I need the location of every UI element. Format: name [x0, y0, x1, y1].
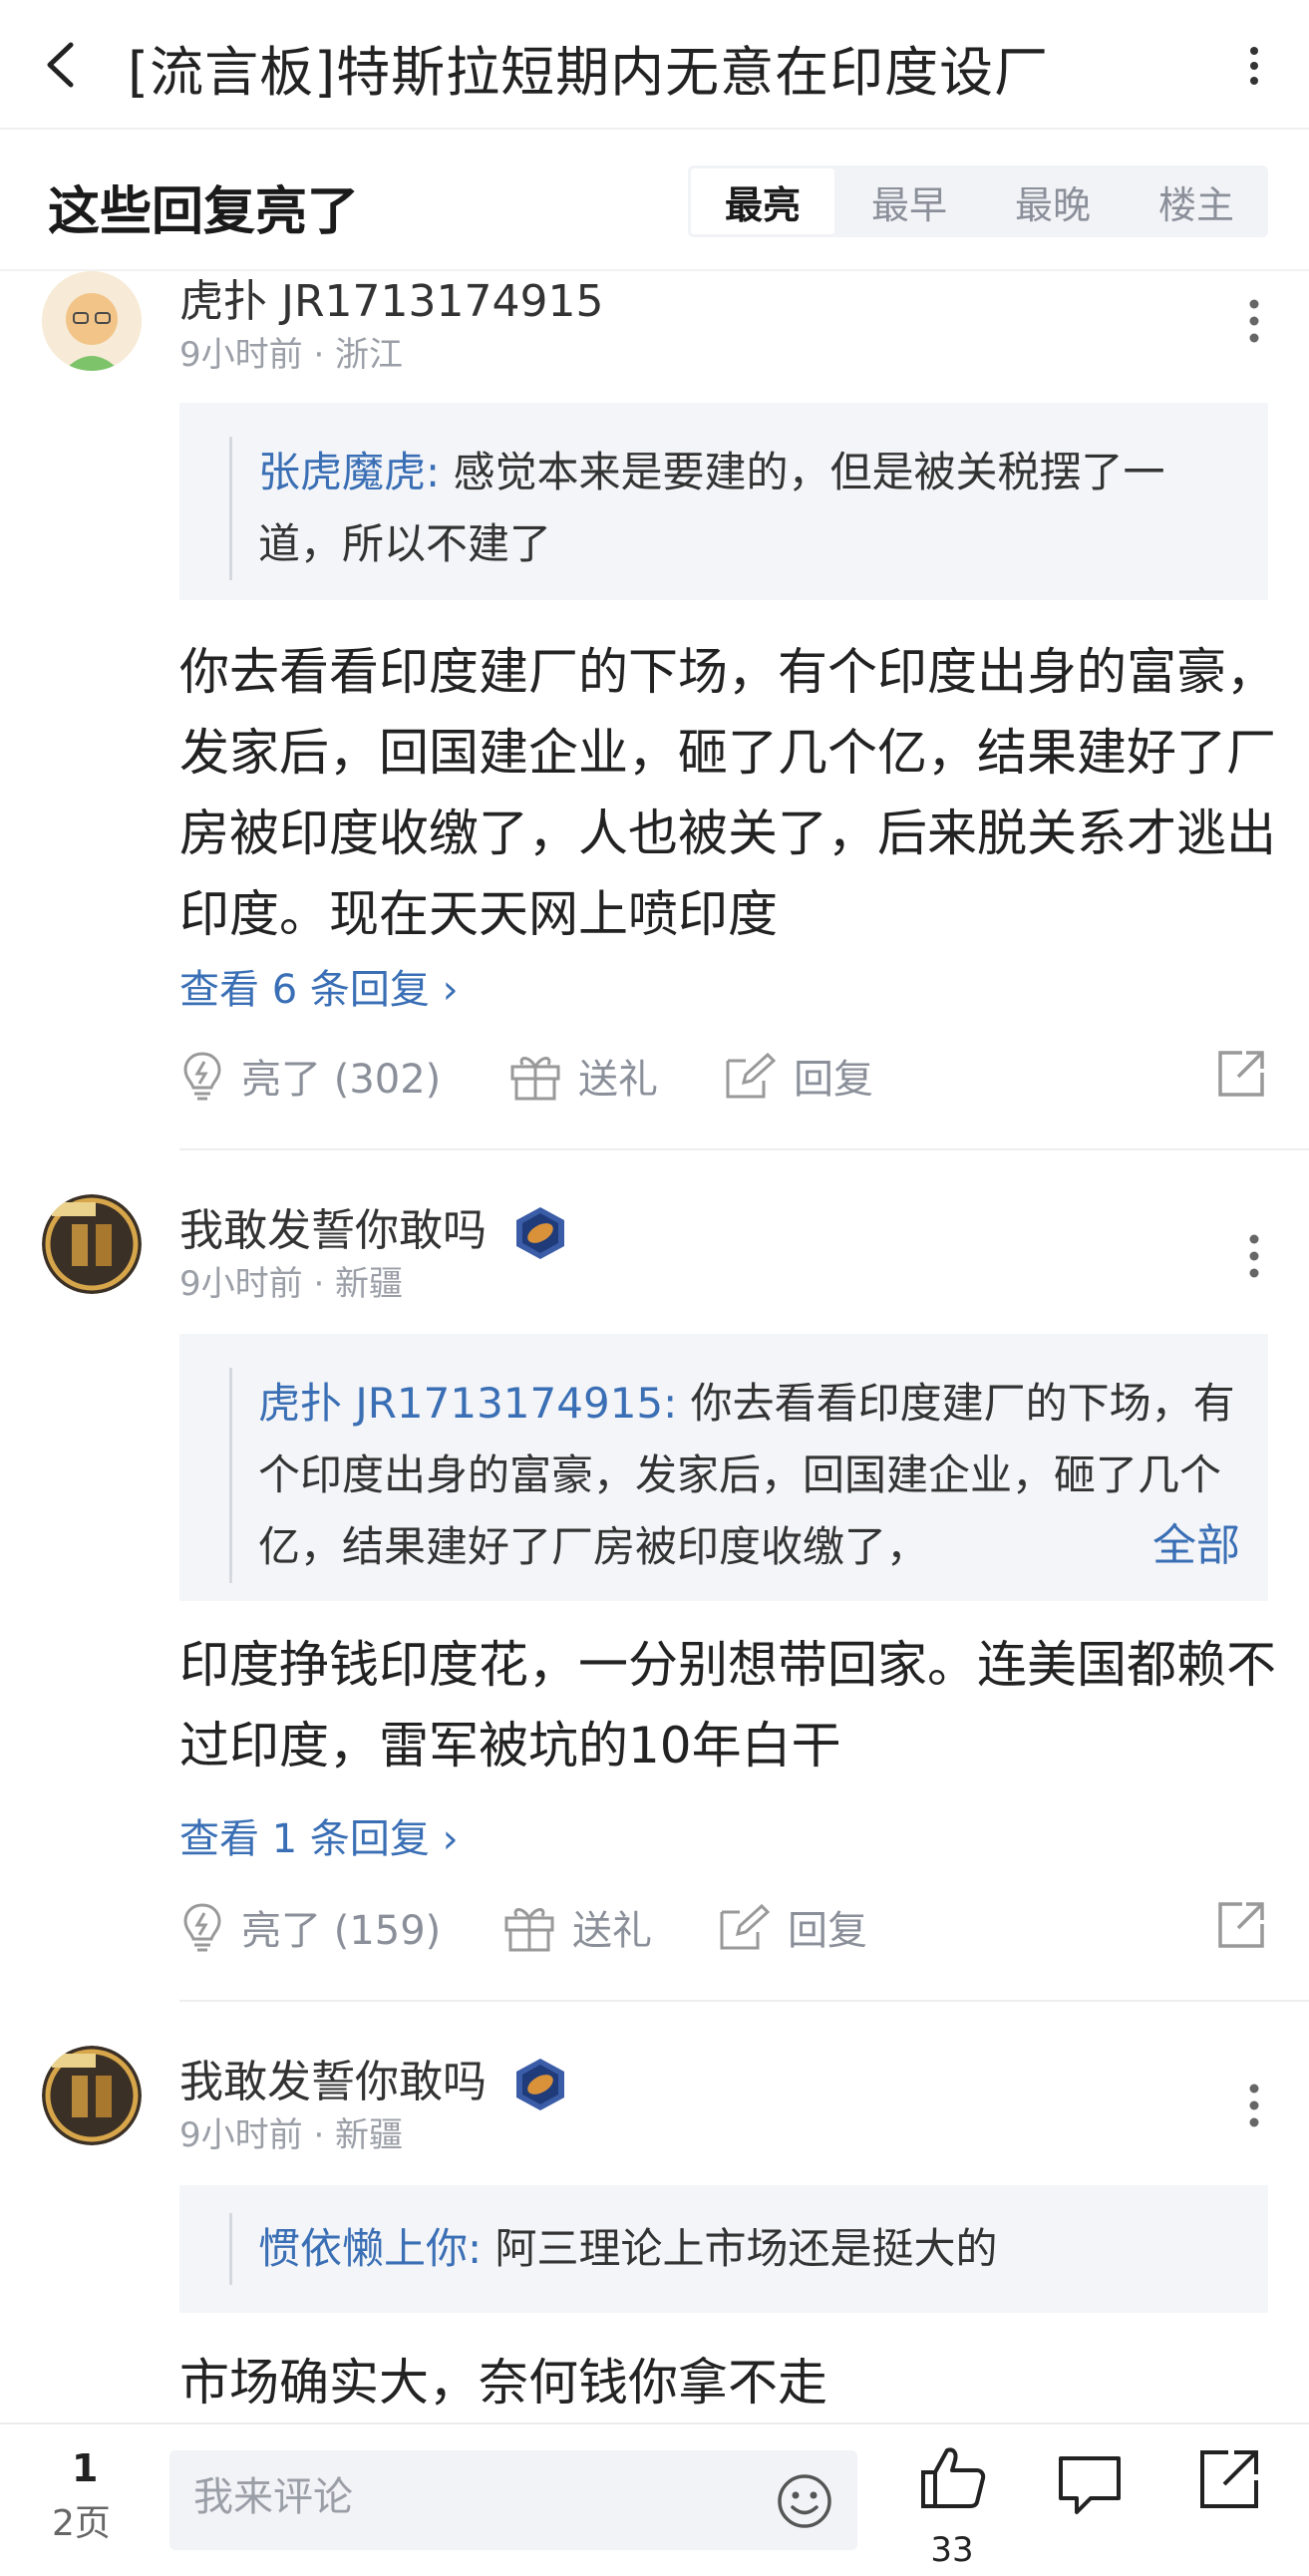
reply-button[interactable]: 回复: [724, 1041, 873, 1111]
vertical-dots-icon: [1249, 299, 1259, 343]
quote-author[interactable]: 虎扑 JR1713174915:: [258, 1379, 677, 1428]
page-title: [流言板]特斯拉短期内无意在印度设厂: [128, 41, 1050, 104]
view-replies-link[interactable]: 查看 1 条回复 ›: [179, 1806, 459, 1864]
view-replies-link[interactable]: 查看 6 条回复 ›: [179, 957, 459, 1015]
comment-input[interactable]: [193, 2474, 732, 2520]
share-icon: [1200, 2450, 1258, 2508]
divider: [179, 1148, 1309, 1150]
comment-meta: 9小时前 · 新疆: [179, 2115, 404, 2155]
gift-icon: [510, 1057, 560, 1101]
comment-item: 我敢发誓你敢吗 9小时前 · 新疆 虎扑 JR1713174915: 你去看看印…: [0, 1194, 1309, 2008]
comment-body: 印度挣钱印度花，一分别想带回家。连美国都赖不过印度，雷军被坑的10年白干: [179, 1636, 1276, 1774]
chevron-left-icon: [47, 42, 74, 88]
light-up-button[interactable]: 亮了 (302): [179, 1041, 441, 1111]
sort-tabs: 最亮 最早 最晚 楼主: [688, 165, 1268, 237]
comment-more-button[interactable]: [1239, 1226, 1269, 1286]
more-options-button[interactable]: [1239, 36, 1269, 96]
vertical-dots-icon: [1250, 47, 1258, 85]
comment-meta: 9小时前 · 浙江: [179, 335, 404, 375]
user-badge-icon: [516, 2059, 564, 2110]
comment-meta: 9小时前 · 新疆: [179, 1264, 404, 1304]
share-post-button[interactable]: [1196, 2446, 1266, 2516]
light-up-button[interactable]: 亮了 (159): [179, 1892, 441, 1962]
share-comment-button[interactable]: [1214, 1047, 1268, 1105]
tab-brightest[interactable]: 最亮: [688, 165, 837, 237]
tab-op-only[interactable]: 楼主: [1125, 165, 1268, 237]
top-nav-bar: [流言板]特斯拉短期内无意在印度设厂: [0, 0, 1309, 130]
avatar[interactable]: [42, 1194, 142, 1294]
like-count: 33: [930, 2530, 974, 2570]
comment-more-button[interactable]: [1239, 291, 1269, 351]
total-pages[interactable]: 2页: [52, 2494, 111, 2546]
comment-body: 你去看看印度建厂的下场，有个印度出身的富豪，发家后，回国建企业，砸了几个亿，结果…: [179, 643, 1276, 943]
quote-author[interactable]: 张虎魔虎:: [258, 448, 440, 496]
comment-actions: 亮了 (302) 送礼 回复: [179, 1041, 1268, 1111]
edit-reply-icon: [720, 1903, 771, 1950]
comment-item: 我敢发誓你敢吗 9小时前 · 新疆 惯依懒上你: 阿三理论上市场还是挺大的 市场…: [0, 2046, 1309, 2422]
share-icon: [1218, 1051, 1264, 1097]
share-icon: [1218, 1902, 1264, 1948]
quote-text: 虎扑 JR1713174915: 你去看看印度建厂的下场，有个印度出身的富豪，发…: [229, 1368, 1242, 1583]
avatar[interactable]: [42, 271, 142, 371]
gift-icon: [504, 1908, 554, 1952]
share-comment-button[interactable]: [1214, 1898, 1268, 1956]
thumbs-up-icon: [921, 2447, 986, 2508]
comment-more-button[interactable]: [1239, 2076, 1269, 2135]
username[interactable]: 我敢发誓你敢吗: [179, 1194, 568, 1261]
quoted-reply[interactable]: 虎扑 JR1713174915: 你去看看印度建厂的下场，有个印度出身的富豪，发…: [179, 1334, 1268, 1601]
comment-body: 市场确实大，奈何钱你拿不走: [179, 2354, 827, 2412]
sort-header: 这些回复亮了 最亮 最早 最晚 楼主: [0, 130, 1309, 271]
current-page[interactable]: 1: [72, 2446, 98, 2490]
tab-latest[interactable]: 最晚: [981, 165, 1125, 237]
comment-actions: 亮了 (159) 送礼 回复: [179, 1892, 1268, 1962]
lightbulb-icon: [183, 1052, 221, 1101]
quote-author[interactable]: 惯依懒上你:: [258, 2224, 482, 2273]
tab-earliest[interactable]: 最早: [837, 165, 981, 237]
edit-reply-icon: [726, 1052, 777, 1099]
comment-input-box[interactable]: [169, 2450, 857, 2550]
quoted-reply[interactable]: 惯依懒上你: 阿三理论上市场还是挺大的: [179, 2185, 1268, 2313]
chat-bubble-icon: [1059, 2456, 1121, 2514]
section-heading: 这些回复亮了: [48, 182, 360, 242]
divider: [179, 2000, 1309, 2002]
username[interactable]: 虎扑 JR1713174915: [179, 265, 603, 329]
gift-button[interactable]: 送礼: [502, 1892, 652, 1962]
quoted-reply[interactable]: 张虎魔虎: 感觉本来是要建的，但是被关税摆了一道，所以不建了: [179, 403, 1268, 600]
vertical-dots-icon: [1249, 1234, 1259, 1278]
gift-button[interactable]: 送礼: [508, 1041, 658, 1111]
expand-quote-link[interactable]: 全部: [1143, 1509, 1240, 1573]
bottom-bar: 1 2页 33: [0, 2422, 1309, 2576]
vertical-dots-icon: [1249, 2084, 1259, 2127]
like-post-button[interactable]: 33: [912, 2444, 992, 2570]
quote-text: 惯依懒上你: 阿三理论上市场还是挺大的: [229, 2213, 1242, 2285]
comment-item: 虎扑 JR1713174915 9小时前 · 浙江 张虎魔虎: 感觉本来是要建的…: [0, 271, 1309, 1150]
avatar[interactable]: [42, 2046, 142, 2145]
lightbulb-icon: [183, 1903, 221, 1952]
quote-text: 张虎魔虎: 感觉本来是要建的，但是被关税摆了一道，所以不建了: [229, 437, 1242, 580]
user-badge-icon: [516, 1207, 564, 1259]
back-button[interactable]: [30, 30, 90, 100]
username[interactable]: 我敢发誓你敢吗: [179, 2046, 568, 2112]
emoji-icon[interactable]: [776, 2472, 833, 2530]
comments-button[interactable]: [1055, 2450, 1125, 2520]
reply-button[interactable]: 回复: [718, 1892, 867, 1962]
